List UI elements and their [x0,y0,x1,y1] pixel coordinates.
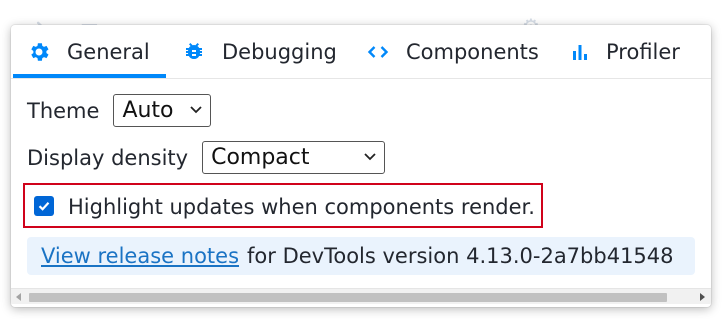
density-label: Display density [27,145,189,170]
tab-debugging-label: Debugging [222,40,337,64]
highlight-updates-label[interactable]: Highlight updates when components render… [68,195,535,219]
chevron-down-icon [188,98,204,123]
settings-panel: General Debugging Components Profiler Th… [11,25,711,307]
theme-label: Theme [27,98,100,123]
horizontal-scrollbar[interactable] [11,288,711,304]
scroll-left-arrow-icon[interactable] [14,292,24,302]
bug-icon [182,40,206,64]
density-select-value: Compact [211,145,310,170]
tab-components-label: Components [406,40,539,64]
tab-general[interactable]: General [27,25,150,79]
density-select[interactable]: Compact [202,141,386,174]
theme-row: Theme Auto [27,94,212,127]
scroll-right-arrow-icon[interactable] [697,292,707,302]
tab-components[interactable]: Components [366,25,539,79]
highlight-updates-checkbox[interactable] [34,196,54,216]
theme-select[interactable]: Auto [113,94,212,127]
code-brackets-icon [366,40,390,64]
active-tab-indicator [13,74,166,78]
chevron-down-icon [362,145,378,170]
settings-tab-bar: General Debugging Components Profiler [11,25,711,79]
gear-icon [27,40,51,64]
release-notes-link[interactable]: View release notes [41,244,239,268]
theme-select-value: Auto [122,98,174,123]
tab-profiler[interactable]: Profiler [568,25,680,79]
scrollbar-thumb[interactable] [29,293,667,302]
tab-debugging[interactable]: Debugging [182,25,337,79]
version-text: for DevTools version 4.13.0-2a7bb41548 [247,244,674,268]
density-row: Display density Compact [27,141,386,174]
checkmark-icon [38,202,50,211]
bar-chart-icon [568,40,592,64]
tab-general-label: General [67,40,150,64]
release-notes-callout: View release notes for DevTools version … [27,237,695,275]
tab-profiler-label: Profiler [606,40,680,64]
